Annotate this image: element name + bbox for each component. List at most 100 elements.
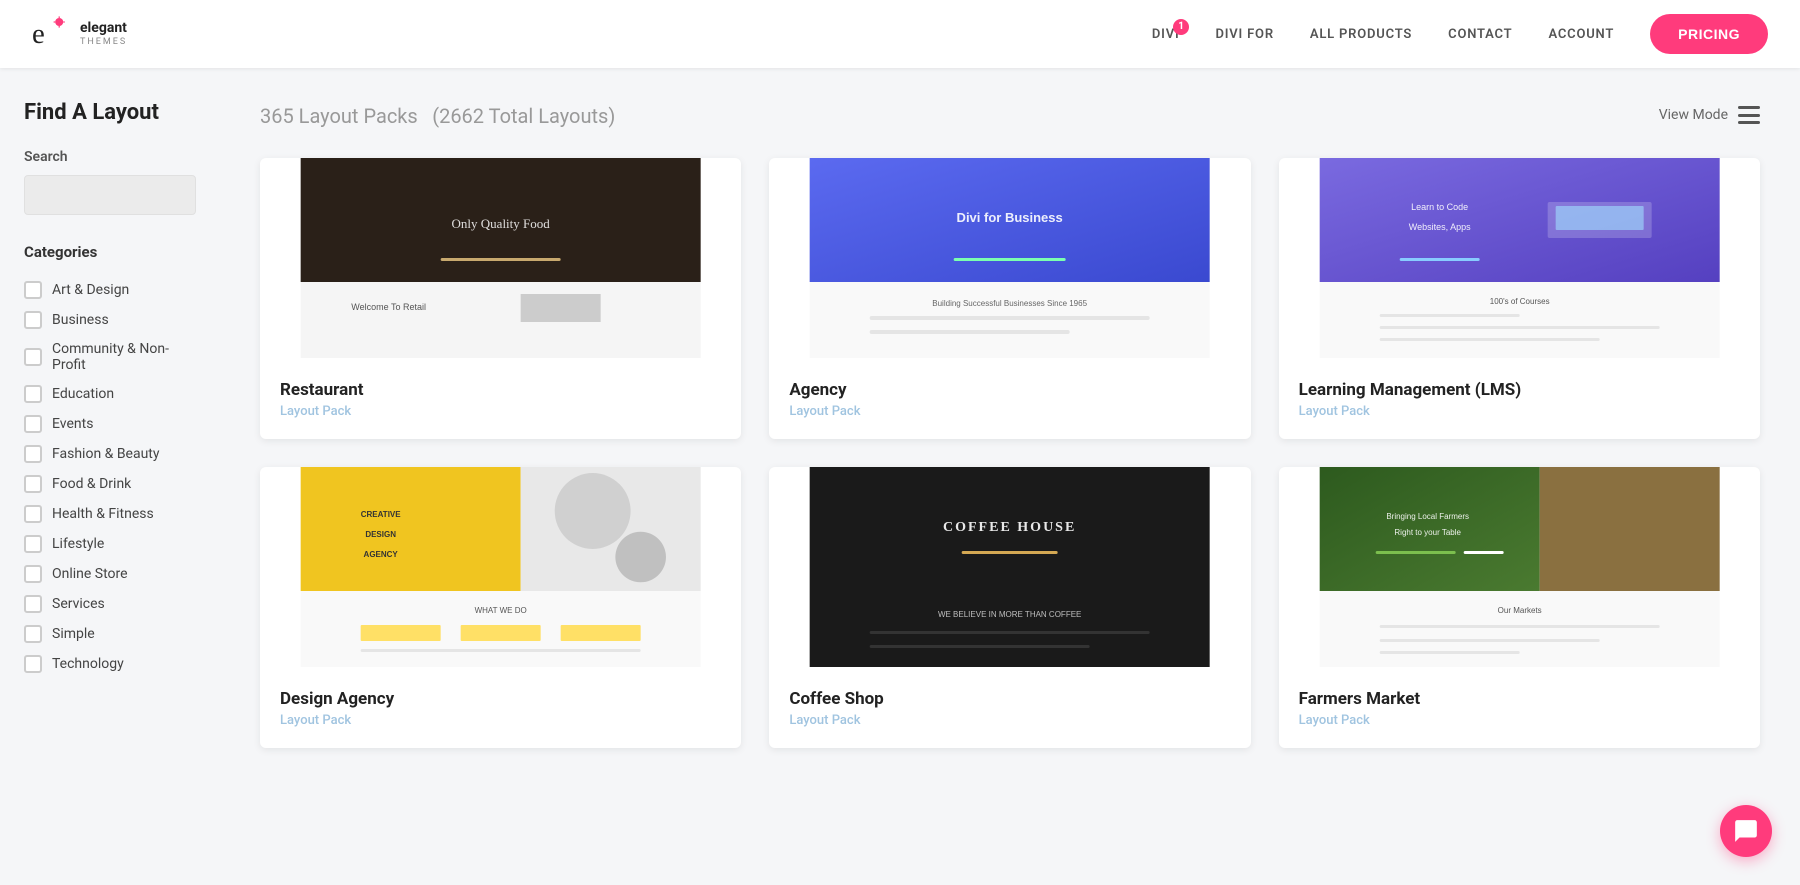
category-item-simple[interactable]: Simple xyxy=(24,619,196,649)
category-checkbox-services[interactable] xyxy=(24,595,42,613)
card-title-farmers-market: Farmers Market xyxy=(1299,689,1740,709)
card-coffee-shop[interactable]: COFFEE HOUSE WE BELIEVE IN MORE THAN COF… xyxy=(769,467,1250,748)
category-item-online-store[interactable]: Online Store xyxy=(24,559,196,589)
category-item-community-non-profit[interactable]: Community & Non-Profit xyxy=(24,335,196,379)
main-header: 365 Layout Packs (2662 Total Layouts) Vi… xyxy=(260,100,1760,130)
search-label: Search xyxy=(24,149,196,165)
chat-bubble[interactable] xyxy=(1720,805,1772,857)
card-farmers-market[interactable]: Bringing Local Farmers Right to your Tab… xyxy=(1279,467,1760,748)
category-checkbox-health-fitness[interactable] xyxy=(24,505,42,523)
category-item-art-design[interactable]: Art & Design xyxy=(24,275,196,305)
card-lms[interactable]: Learn to Code Websites, Apps 100's of Co… xyxy=(1279,158,1760,439)
sidebar: Find A Layout Search Categories Art & De… xyxy=(0,68,220,780)
category-label-online-store: Online Store xyxy=(52,566,128,582)
divi-badge: 1 xyxy=(1173,19,1189,35)
svg-text:Bringing Local Farmers: Bringing Local Farmers xyxy=(1386,512,1469,521)
card-image-lms: Learn to Code Websites, Apps 100's of Co… xyxy=(1279,158,1760,358)
category-item-services[interactable]: Services xyxy=(24,589,196,619)
category-label-technology: Technology xyxy=(52,656,124,672)
category-item-events[interactable]: Events xyxy=(24,409,196,439)
category-checkbox-fashion-beauty[interactable] xyxy=(24,445,42,463)
svg-text:DESIGN: DESIGN xyxy=(365,530,396,539)
category-label-health-fitness: Health & Fitness xyxy=(52,506,154,522)
category-label-business: Business xyxy=(52,312,109,328)
category-checkbox-events[interactable] xyxy=(24,415,42,433)
category-checkbox-education[interactable] xyxy=(24,385,42,403)
card-agency[interactable]: Divi for Business Building Successful Bu… xyxy=(769,158,1250,439)
view-mode-label: View Mode xyxy=(1659,107,1728,123)
category-label-education: Education xyxy=(52,386,114,402)
svg-text:Building Successful Businesses: Building Successful Businesses Since 196… xyxy=(933,299,1088,308)
category-label-simple: Simple xyxy=(52,626,95,642)
category-checkbox-business[interactable] xyxy=(24,311,42,329)
card-image-farmers-market: Bringing Local Farmers Right to your Tab… xyxy=(1279,467,1760,667)
chat-icon xyxy=(1733,818,1759,844)
card-title-lms: Learning Management (LMS) xyxy=(1299,380,1740,400)
category-checkbox-lifestyle[interactable] xyxy=(24,535,42,553)
nav-all-products[interactable]: ALL PRODUCTS xyxy=(1310,27,1412,42)
category-checkbox-technology[interactable] xyxy=(24,655,42,673)
category-item-education[interactable]: Education xyxy=(24,379,196,409)
svg-text:CREATIVE: CREATIVE xyxy=(361,510,402,519)
header: e elegant themes DIVI 1 DIVI FOR ALL PRO… xyxy=(0,0,1800,68)
sidebar-title: Find A Layout xyxy=(24,100,196,125)
category-checkbox-community-non-profit[interactable] xyxy=(24,348,42,366)
nav-contact[interactable]: CONTACT xyxy=(1448,27,1512,42)
category-label-services: Services xyxy=(52,596,105,612)
logo-subtitle: themes xyxy=(80,37,127,47)
category-checkbox-food-drink[interactable] xyxy=(24,475,42,493)
card-design-agency[interactable]: CREATIVE DESIGN AGENCY WHAT WE DO Design… xyxy=(260,467,741,748)
card-image-restaurant: Only Quality Food Welcome To Retail xyxy=(260,158,741,358)
svg-text:e: e xyxy=(32,18,45,50)
category-item-technology[interactable]: Technology xyxy=(24,649,196,679)
category-checkbox-online-store[interactable] xyxy=(24,565,42,583)
card-subtitle-lms: Layout Pack xyxy=(1299,404,1740,419)
total-layouts-detail: (2662 Total Layouts) xyxy=(432,104,615,128)
card-info-lms: Learning Management (LMS) Layout Pack xyxy=(1279,362,1760,439)
category-item-health-fitness[interactable]: Health & Fitness xyxy=(24,499,196,529)
card-image-agency: Divi for Business Building Successful Bu… xyxy=(769,158,1250,358)
category-checkbox-art-design[interactable] xyxy=(24,281,42,299)
card-title-agency: Agency xyxy=(789,380,1230,400)
category-label-fashion-beauty: Fashion & Beauty xyxy=(52,446,160,462)
category-item-fashion-beauty[interactable]: Fashion & Beauty xyxy=(24,439,196,469)
nav-divi-for[interactable]: DIVI FOR xyxy=(1215,27,1273,42)
card-subtitle-farmers-market: Layout Pack xyxy=(1299,713,1740,728)
category-item-food-drink[interactable]: Food & Drink xyxy=(24,469,196,499)
svg-text:WE BELIEVE IN MORE THAN COFFEE: WE BELIEVE IN MORE THAN COFFEE xyxy=(938,610,1081,619)
categories-title: Categories xyxy=(24,243,196,261)
card-title-design-agency: Design Agency xyxy=(280,689,721,709)
svg-text:COFFEE HOUSE: COFFEE HOUSE xyxy=(943,520,1076,535)
category-label-art-design: Art & Design xyxy=(52,282,129,298)
view-mode[interactable]: View Mode xyxy=(1659,106,1760,124)
card-subtitle-design-agency: Layout Pack xyxy=(280,713,721,728)
svg-text:Only Quality Food: Only Quality Food xyxy=(452,216,551,231)
category-label-food-drink: Food & Drink xyxy=(52,476,131,492)
svg-text:Right to your Table: Right to your Table xyxy=(1394,528,1461,537)
card-info-design-agency: Design Agency Layout Pack xyxy=(260,671,741,748)
nav-divi[interactable]: DIVI 1 xyxy=(1152,27,1180,42)
card-info-agency: Agency Layout Pack xyxy=(769,362,1250,439)
total-packs: 365 Layout Packs xyxy=(260,104,418,128)
category-item-lifestyle[interactable]: Lifestyle xyxy=(24,529,196,559)
main-content: 365 Layout Packs (2662 Total Layouts) Vi… xyxy=(220,68,1800,780)
search-input[interactable] xyxy=(24,175,196,215)
category-checkbox-simple[interactable] xyxy=(24,625,42,643)
svg-text:WHAT WE DO: WHAT WE DO xyxy=(475,606,527,615)
category-label-events: Events xyxy=(52,416,93,432)
logo[interactable]: e elegant themes xyxy=(32,14,127,54)
svg-text:AGENCY: AGENCY xyxy=(364,550,399,559)
layout-grid: Only Quality Food Welcome To Retail Rest… xyxy=(260,158,1760,748)
logo-icon: e xyxy=(32,14,72,54)
card-info-restaurant: Restaurant Layout Pack xyxy=(260,362,741,439)
card-restaurant[interactable]: Only Quality Food Welcome To Retail Rest… xyxy=(260,158,741,439)
pricing-button[interactable]: PRICING xyxy=(1650,14,1768,54)
category-item-business[interactable]: Business xyxy=(24,305,196,335)
category-label-lifestyle: Lifestyle xyxy=(52,536,104,552)
svg-text:Our Markets: Our Markets xyxy=(1497,606,1541,615)
svg-text:100's of Courses: 100's of Courses xyxy=(1489,297,1549,306)
card-info-farmers-market: Farmers Market Layout Pack xyxy=(1279,671,1760,748)
nav-account[interactable]: ACCOUNT xyxy=(1548,27,1614,42)
card-subtitle-coffee-shop: Layout Pack xyxy=(789,713,1230,728)
card-subtitle-restaurant: Layout Pack xyxy=(280,404,721,419)
